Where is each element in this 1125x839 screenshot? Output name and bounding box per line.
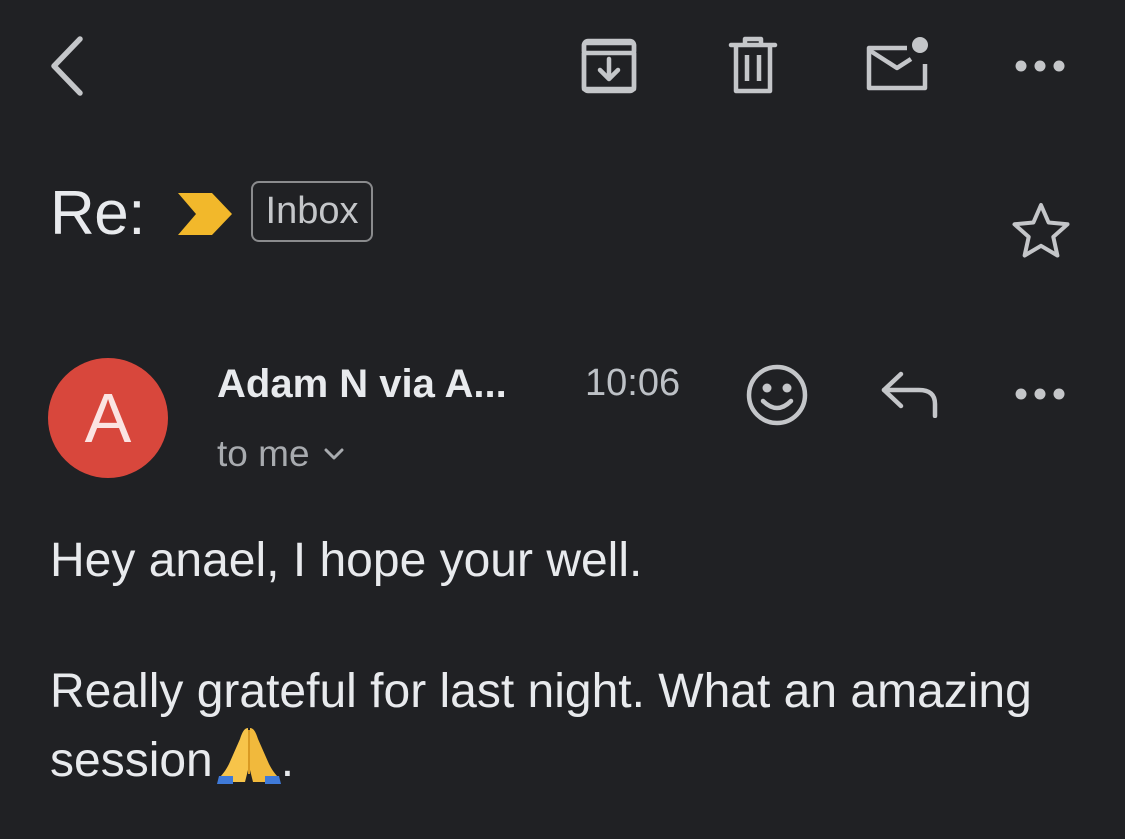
- message-body-text: Really grateful for last night. What an …: [50, 665, 1032, 787]
- archive-icon: [581, 38, 637, 94]
- back-button[interactable]: [34, 30, 98, 102]
- trash-icon: [728, 36, 778, 94]
- star-outline-icon: [1012, 203, 1070, 258]
- message-body-paragraph-2: Really grateful for last night. What an …: [50, 659, 1050, 801]
- smiley-icon: [746, 364, 808, 426]
- reply-icon: [881, 371, 938, 418]
- folded-hands-icon: [216, 728, 281, 784]
- more-horizontal-icon: [1015, 388, 1065, 400]
- mail-unread-icon: [866, 37, 928, 91]
- avatar[interactable]: A: [48, 358, 168, 478]
- message-more-button[interactable]: [1008, 374, 1072, 414]
- more-horizontal-icon: [1015, 60, 1065, 72]
- chevron-down-icon: [324, 448, 344, 460]
- importance-icon: [178, 193, 232, 235]
- emoji-react-button[interactable]: [742, 360, 812, 430]
- sender-name: Adam N via A...: [217, 362, 507, 406]
- archive-button[interactable]: [575, 34, 643, 98]
- reply-button[interactable]: [876, 368, 942, 420]
- chevron-left-icon: [51, 36, 83, 96]
- label-chip-inbox[interactable]: Inbox: [251, 181, 373, 242]
- star-button[interactable]: [1008, 198, 1074, 262]
- delete-button[interactable]: [722, 32, 784, 98]
- folded-hands-emoji: [216, 724, 281, 801]
- recipient-details-toggle[interactable]: to me: [217, 433, 344, 475]
- email-subject: Re:: [50, 179, 145, 248]
- message-body-paragraph: Hey anael, I hope your well.: [50, 534, 643, 587]
- message-body-trailing: .: [280, 734, 295, 787]
- message-time: 10:06: [585, 362, 681, 404]
- importance-marker[interactable]: [178, 193, 232, 240]
- more-options-button[interactable]: [1008, 46, 1072, 86]
- mark-unread-button[interactable]: [860, 32, 934, 96]
- recipient-label: to me: [217, 433, 310, 474]
